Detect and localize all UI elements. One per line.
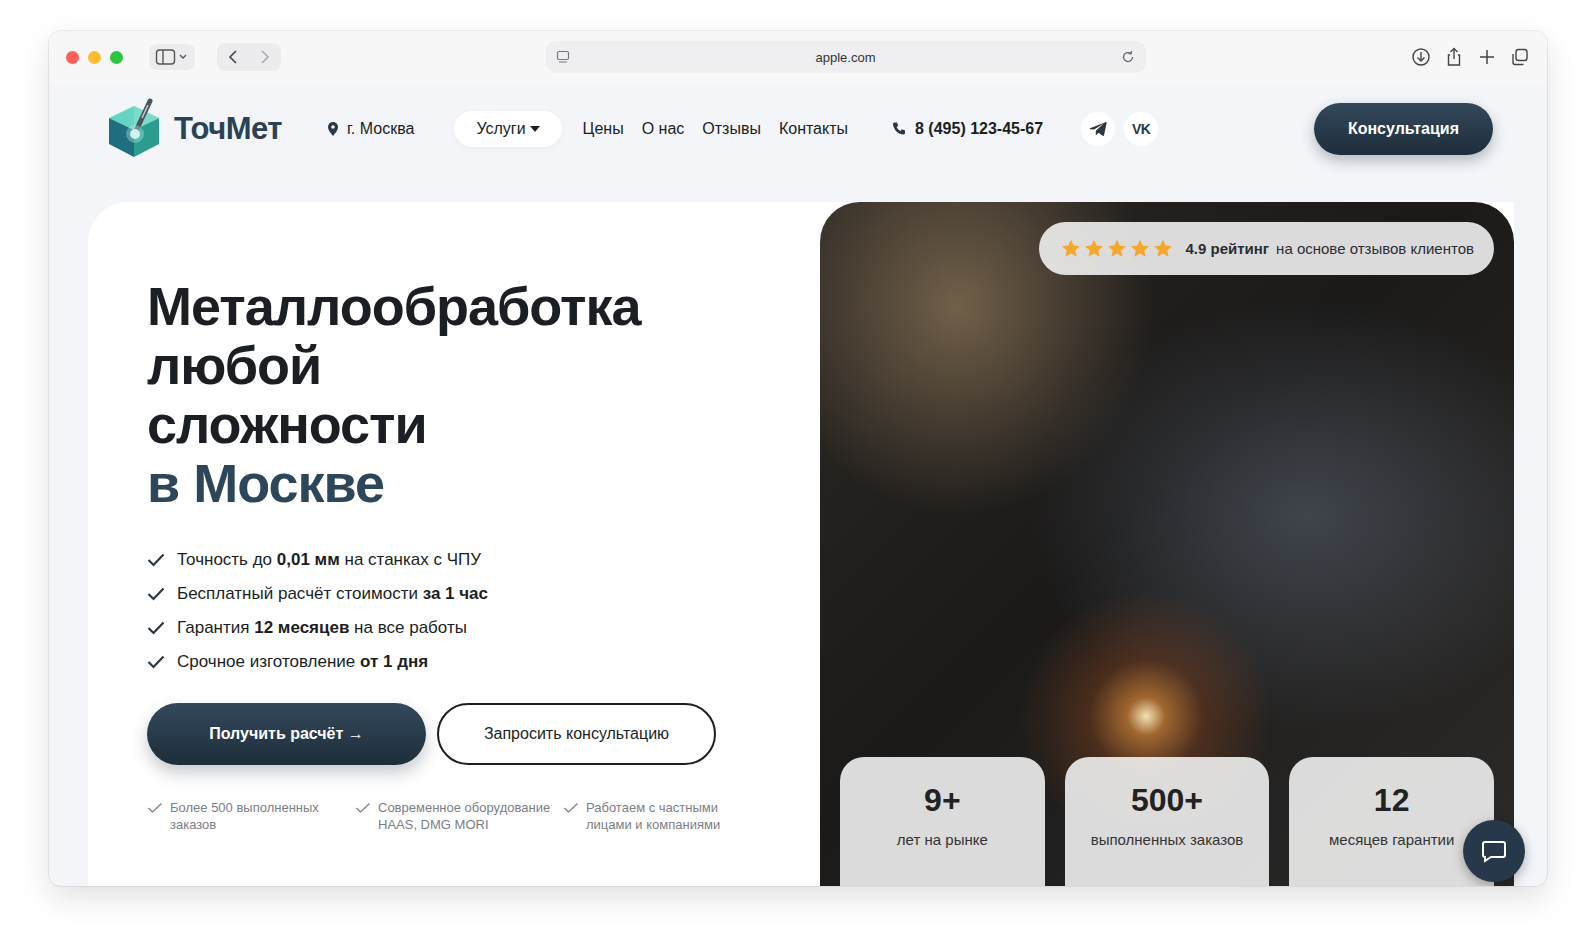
tabs-overview-icon[interactable] xyxy=(1509,46,1531,68)
toolbar-actions xyxy=(1410,46,1531,68)
request-consultation-button[interactable]: Запросить консультацию xyxy=(437,703,716,765)
feature-item: Точность до 0,01 мм на станках с ЧПУ xyxy=(147,543,790,577)
metal-cube-icon xyxy=(104,98,164,160)
sidebar-button[interactable] xyxy=(149,44,195,70)
minimize-button[interactable] xyxy=(88,51,101,64)
close-button[interactable] xyxy=(66,51,79,64)
get-quote-button[interactable]: Получить расчёт → xyxy=(147,703,426,765)
trust-badges: Более 500 выполненных заказов Современно… xyxy=(147,799,790,833)
location[interactable]: г. Москва xyxy=(326,120,414,138)
web-page: ТочМет г. Москва Услуги Цены О нас Отзыв… xyxy=(49,83,1547,886)
rating-stars xyxy=(1061,239,1173,258)
social-button[interactable] xyxy=(1081,112,1115,146)
stat-card: 9+ лет на рынке xyxy=(840,757,1045,886)
feature-list: Точность до 0,01 мм на станках с ЧПУ Бес… xyxy=(147,543,790,679)
chat-button[interactable] xyxy=(1463,820,1525,882)
star-icon xyxy=(1130,239,1150,258)
main-nav: Услуги Цены О нас Отзывы Контакты xyxy=(454,111,855,147)
new-tab-icon[interactable] xyxy=(1476,46,1498,68)
nav-item[interactable]: О нас xyxy=(635,111,692,147)
stat-label: выполненных заказов xyxy=(1075,831,1260,849)
trust-badge: Более 500 выполненных заказов xyxy=(147,799,347,833)
address-bar[interactable]: apple.com xyxy=(546,41,1146,73)
hero-content: Металлообработкалюбойсложности в Москве … xyxy=(88,202,820,886)
page-icon xyxy=(556,50,572,64)
phone-icon xyxy=(891,121,907,137)
location-text: г. Москва xyxy=(347,120,414,138)
hero-title: Металлообработкалюбойсложности в Москве xyxy=(147,277,790,513)
rating-badge: 4.9 рейтинг на основе отзывов клиентов xyxy=(1039,222,1494,275)
feature-item: Гарантия 12 месяцев на все работы xyxy=(147,611,790,645)
phone[interactable]: 8 (495) 123-45-67 xyxy=(891,120,1043,138)
star-icon xyxy=(1153,239,1173,258)
browser-window: apple.com ТочМет г. Москва Услуги Цены О… xyxy=(49,31,1547,886)
rating-score: 4.9 рейтинг xyxy=(1185,240,1269,257)
forward-icon[interactable] xyxy=(255,47,275,67)
sidebar-icon xyxy=(155,48,189,66)
hero-actions: Получить расчёт → Запросить консультацию xyxy=(147,703,790,765)
check-icon xyxy=(147,655,165,669)
share-icon[interactable] xyxy=(1443,46,1465,68)
telegram-icon xyxy=(1089,121,1107,137)
vk-logo: VK xyxy=(1132,121,1150,137)
phone-number: 8 (495) 123-45-67 xyxy=(915,120,1043,138)
check-icon xyxy=(147,621,165,635)
star-icon xyxy=(1061,239,1081,258)
zoom-button[interactable] xyxy=(110,51,123,64)
back-icon[interactable] xyxy=(223,47,243,67)
social-links: VK xyxy=(1081,112,1158,146)
url-text: apple.com xyxy=(580,50,1112,65)
feature-item: Бесплатный расчёт стоимости за 1 час xyxy=(147,577,790,611)
location-pin-icon xyxy=(326,121,340,137)
check-icon xyxy=(355,802,371,814)
check-icon xyxy=(147,802,163,814)
desktop: apple.com ТочМет г. Москва Услуги Цены О… xyxy=(0,0,1596,950)
reload-icon[interactable] xyxy=(1120,49,1136,65)
feature-item: Срочное изготовление от 1 дня xyxy=(147,645,790,679)
history-buttons xyxy=(217,43,281,71)
stat-label: лет на рынке xyxy=(850,831,1035,849)
stat-card: 12 месяцев гарантии xyxy=(1289,757,1494,886)
stat-card: 500+ выполненных заказов xyxy=(1065,757,1270,886)
check-icon xyxy=(563,802,579,814)
logo-text: ТочМет xyxy=(174,111,282,147)
star-icon xyxy=(1084,239,1104,258)
window-controls xyxy=(66,51,123,64)
nav-item[interactable]: Услуги xyxy=(454,111,561,147)
stat-value: 500+ xyxy=(1075,781,1260,819)
consultation-button[interactable]: Консультация xyxy=(1314,103,1493,155)
chat-bubble-icon xyxy=(1481,839,1507,863)
hero: Металлообработкалюбойсложности в Москве … xyxy=(88,202,1514,886)
stat-value: 9+ xyxy=(850,781,1035,819)
caret-down-icon xyxy=(530,126,540,132)
stat-value: 12 xyxy=(1299,781,1484,819)
trust-badge: Работаем с частными лицами и компаниями xyxy=(563,799,743,833)
social-button[interactable]: VK xyxy=(1124,112,1158,146)
site-header: ТочМет г. Москва Услуги Цены О нас Отзыв… xyxy=(88,83,1514,175)
stats: 9+ лет на рынке500+ выполненных заказов1… xyxy=(840,757,1494,886)
nav-item[interactable]: Контакты xyxy=(772,111,855,147)
rating-caption: на основе отзывов клиентов xyxy=(1276,240,1474,257)
check-icon xyxy=(147,587,165,601)
stat-label: месяцев гарантии xyxy=(1299,831,1484,849)
star-icon xyxy=(1107,239,1127,258)
welder-photo: 4.9 рейтинг на основе отзывов клиентов 9… xyxy=(820,202,1514,886)
nav-item[interactable]: Отзывы xyxy=(695,111,768,147)
nav-item[interactable]: Цены xyxy=(576,111,631,147)
logo[interactable]: ТочМет xyxy=(104,98,282,160)
browser-toolbar: apple.com xyxy=(49,31,1547,83)
download-icon[interactable] xyxy=(1410,46,1432,68)
trust-badge: Современное оборудование HAAS, DMG MORI xyxy=(355,799,555,833)
check-icon xyxy=(147,553,165,567)
